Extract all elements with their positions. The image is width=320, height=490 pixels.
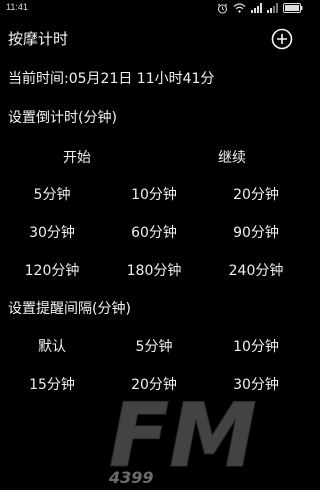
countdown-option[interactable]: 120分钟 bbox=[25, 260, 80, 280]
countdown-section-title: 设置倒计时(分钟) bbox=[8, 110, 117, 126]
app-bar: 按摩计时 bbox=[0, 22, 309, 58]
page-title: 按摩计时 bbox=[8, 30, 69, 48]
status-bar: 11:41 bbox=[0, 0, 309, 17]
reminder-section-title: 设置提醒间隔(分钟) bbox=[8, 301, 131, 317]
countdown-option[interactable]: 180分钟 bbox=[127, 260, 182, 280]
reminder-option[interactable]: 默认 bbox=[38, 336, 66, 356]
battery-icon bbox=[283, 3, 303, 13]
start-button[interactable]: 开始 bbox=[63, 147, 91, 167]
wifi-icon bbox=[233, 3, 246, 13]
reminder-option[interactable]: 5分钟 bbox=[136, 336, 173, 356]
countdown-option[interactable]: 60分钟 bbox=[131, 222, 177, 242]
countdown-option[interactable]: 30分钟 bbox=[29, 222, 75, 242]
signal-icon bbox=[251, 3, 262, 13]
reminder-option[interactable]: 15分钟 bbox=[29, 374, 75, 394]
signal-icon bbox=[267, 3, 278, 13]
countdown-option[interactable]: 5分钟 bbox=[34, 184, 71, 204]
status-icons bbox=[217, 2, 303, 14]
watermark-4399-text: 4399 bbox=[108, 468, 154, 486]
add-button[interactable] bbox=[271, 28, 293, 50]
plus-circle-icon bbox=[271, 28, 293, 54]
countdown-option[interactable]: 20分钟 bbox=[233, 184, 279, 204]
continue-button[interactable]: 继续 bbox=[218, 147, 246, 167]
reminder-option[interactable]: 10分钟 bbox=[233, 336, 279, 356]
current-time: 当前时间:05月21日 11小时41分 bbox=[8, 71, 215, 87]
fm4399-watermark-logo: FM 4399 bbox=[103, 383, 299, 488]
countdown-option[interactable]: 240分钟 bbox=[229, 260, 284, 280]
alarm-icon bbox=[217, 3, 228, 14]
countdown-option[interactable]: 90分钟 bbox=[233, 222, 279, 242]
status-time: 11:41 bbox=[6, 2, 28, 12]
countdown-option[interactable]: 10分钟 bbox=[131, 184, 177, 204]
